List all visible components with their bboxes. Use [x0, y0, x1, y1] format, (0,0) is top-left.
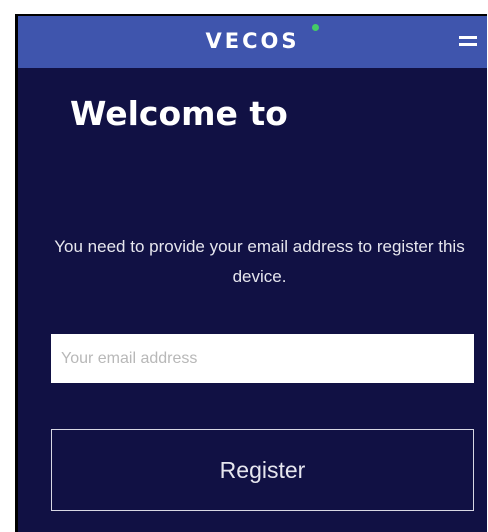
page-title: Welcome to — [70, 94, 288, 133]
hamburger-menu-icon[interactable] — [459, 36, 477, 48]
top-bar: VECOS — [18, 16, 487, 68]
app-screen: VECOS Welcome to You need to provide you… — [15, 14, 487, 532]
instruction-text: You need to provide your email address t… — [54, 237, 465, 286]
status-dot-icon — [312, 24, 319, 31]
brand-logo: VECOS — [205, 29, 300, 53]
register-button[interactable]: Register — [51, 429, 474, 511]
email-field[interactable] — [51, 334, 474, 383]
